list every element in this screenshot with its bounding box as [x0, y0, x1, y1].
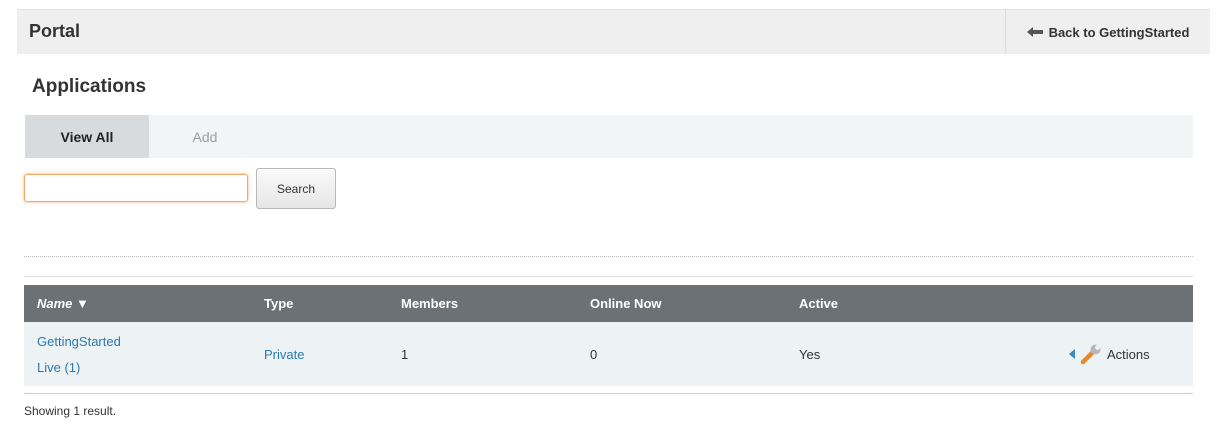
actions-menu-button[interactable]: Actions	[1068, 342, 1150, 366]
application-name-link[interactable]: GettingStarted	[37, 334, 121, 349]
table-bottom-divider	[24, 393, 1193, 394]
portal-title: Portal	[29, 21, 81, 41]
section-title: Applications	[32, 76, 147, 97]
wrench-icon	[1080, 344, 1101, 365]
result-count: Showing 1 result.	[24, 404, 117, 418]
actions-label: Actions	[1107, 346, 1150, 362]
column-header-type: Type	[264, 296, 294, 311]
tab-bar: View All Add	[25, 115, 1193, 158]
back-link-label: Back to GettingStarted	[1048, 24, 1190, 40]
table-row: GettingStarted Live (1) Private 1 0 Yes …	[24, 322, 1193, 386]
search-button[interactable]: Search	[256, 168, 336, 209]
tab-add[interactable]: Add	[173, 115, 237, 158]
column-header-name[interactable]: Name ▼	[37, 285, 89, 322]
column-header-members: Members	[401, 296, 459, 311]
live-count-link[interactable]: Live (1)	[37, 360, 80, 375]
column-header-active: Active	[799, 296, 839, 311]
back-to-gettingstarted-link[interactable]: Back to GettingStarted	[1005, 10, 1210, 54]
members-value: 1	[401, 347, 409, 362]
dotted-divider	[24, 256, 1193, 257]
divider	[24, 276, 1193, 277]
table-header: Name ▼ Type Members Online Now Active	[24, 285, 1193, 322]
portal-header: Portal Back to GettingStarted	[17, 9, 1210, 54]
active-value: Yes	[799, 347, 821, 362]
column-header-online-now: Online Now	[590, 296, 662, 311]
back-arrow-icon	[1026, 27, 1043, 37]
type-link[interactable]: Private	[264, 347, 304, 362]
chevron-left-icon	[1069, 349, 1075, 359]
tab-view-all[interactable]: View All	[25, 115, 149, 158]
search-input[interactable]	[24, 174, 248, 202]
online-now-value: 0	[590, 347, 598, 362]
